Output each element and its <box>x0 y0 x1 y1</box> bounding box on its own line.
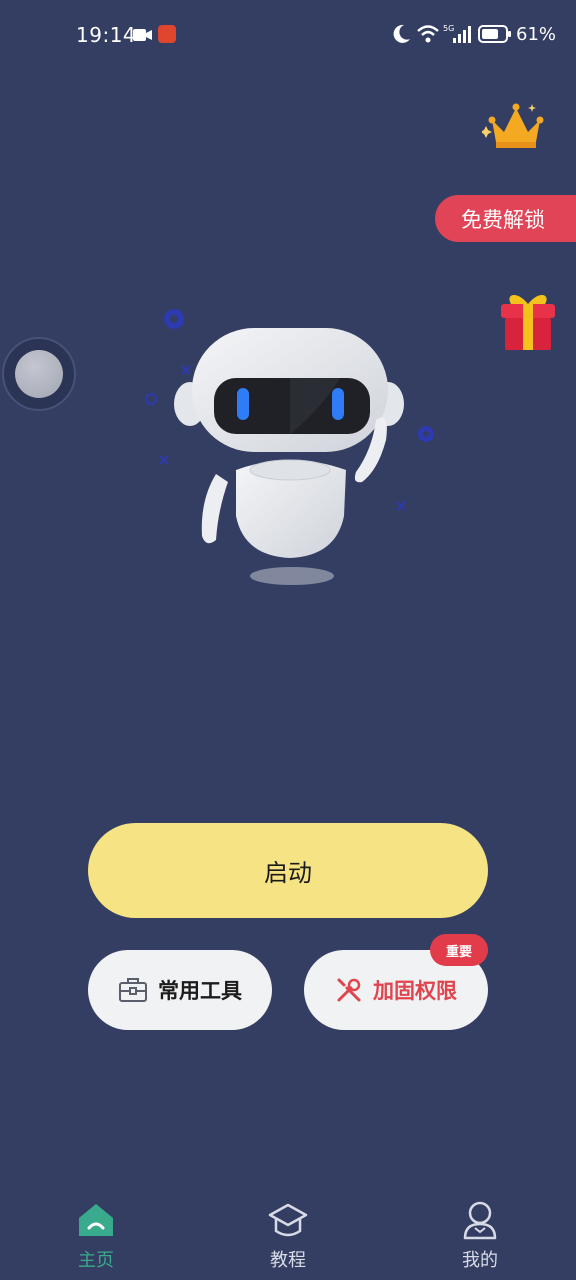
home-icon <box>77 1200 115 1240</box>
battery-percentage: 61% <box>516 24 557 45</box>
free-unlock-button[interactable]: 免费解锁 <box>435 195 576 242</box>
crown-icon[interactable] <box>480 98 550 158</box>
start-label: 启动 <box>264 859 312 887</box>
toolbox-icon <box>118 977 148 1003</box>
important-badge: 重要 <box>430 934 488 966</box>
start-button[interactable]: 启动 <box>88 823 488 918</box>
nav-mine-label: 我的 <box>462 1250 498 1271</box>
nav-tutorial-label: 教程 <box>270 1250 306 1271</box>
bottom-nav: 主页 教程 我的 <box>0 1182 576 1280</box>
status-bar: 19:14 5G 61% <box>0 0 576 70</box>
wifi-icon <box>416 24 440 48</box>
gift-icon[interactable] <box>497 290 559 358</box>
floating-ball-inner <box>15 350 63 398</box>
svg-text:5G: 5G <box>443 24 454 33</box>
user-icon <box>462 1200 498 1240</box>
signal-5g-icon: 5G <box>443 24 471 48</box>
free-unlock-label: 免费解锁 <box>461 207 545 232</box>
nav-mine[interactable]: 我的 <box>420 1182 540 1280</box>
moon-icon <box>393 24 411 48</box>
floating-ball-button[interactable] <box>2 337 76 411</box>
nav-home-label: 主页 <box>78 1250 114 1271</box>
common-tools-label: 常用工具 <box>158 979 242 1003</box>
robot-illustration <box>140 300 440 604</box>
camera-icon <box>133 27 153 46</box>
common-tools-button[interactable]: 常用工具 <box>88 950 272 1030</box>
app-notification-icon <box>158 25 176 43</box>
nav-home[interactable]: 主页 <box>36 1182 156 1280</box>
status-time: 19:14 <box>76 23 137 47</box>
permission-hardening-label: 加固权限 <box>373 979 457 1003</box>
nav-tutorial[interactable]: 教程 <box>228 1182 348 1280</box>
graduation-cap-icon <box>268 1200 308 1240</box>
battery-icon <box>478 25 512 47</box>
wrench-tools-icon <box>335 976 363 1004</box>
